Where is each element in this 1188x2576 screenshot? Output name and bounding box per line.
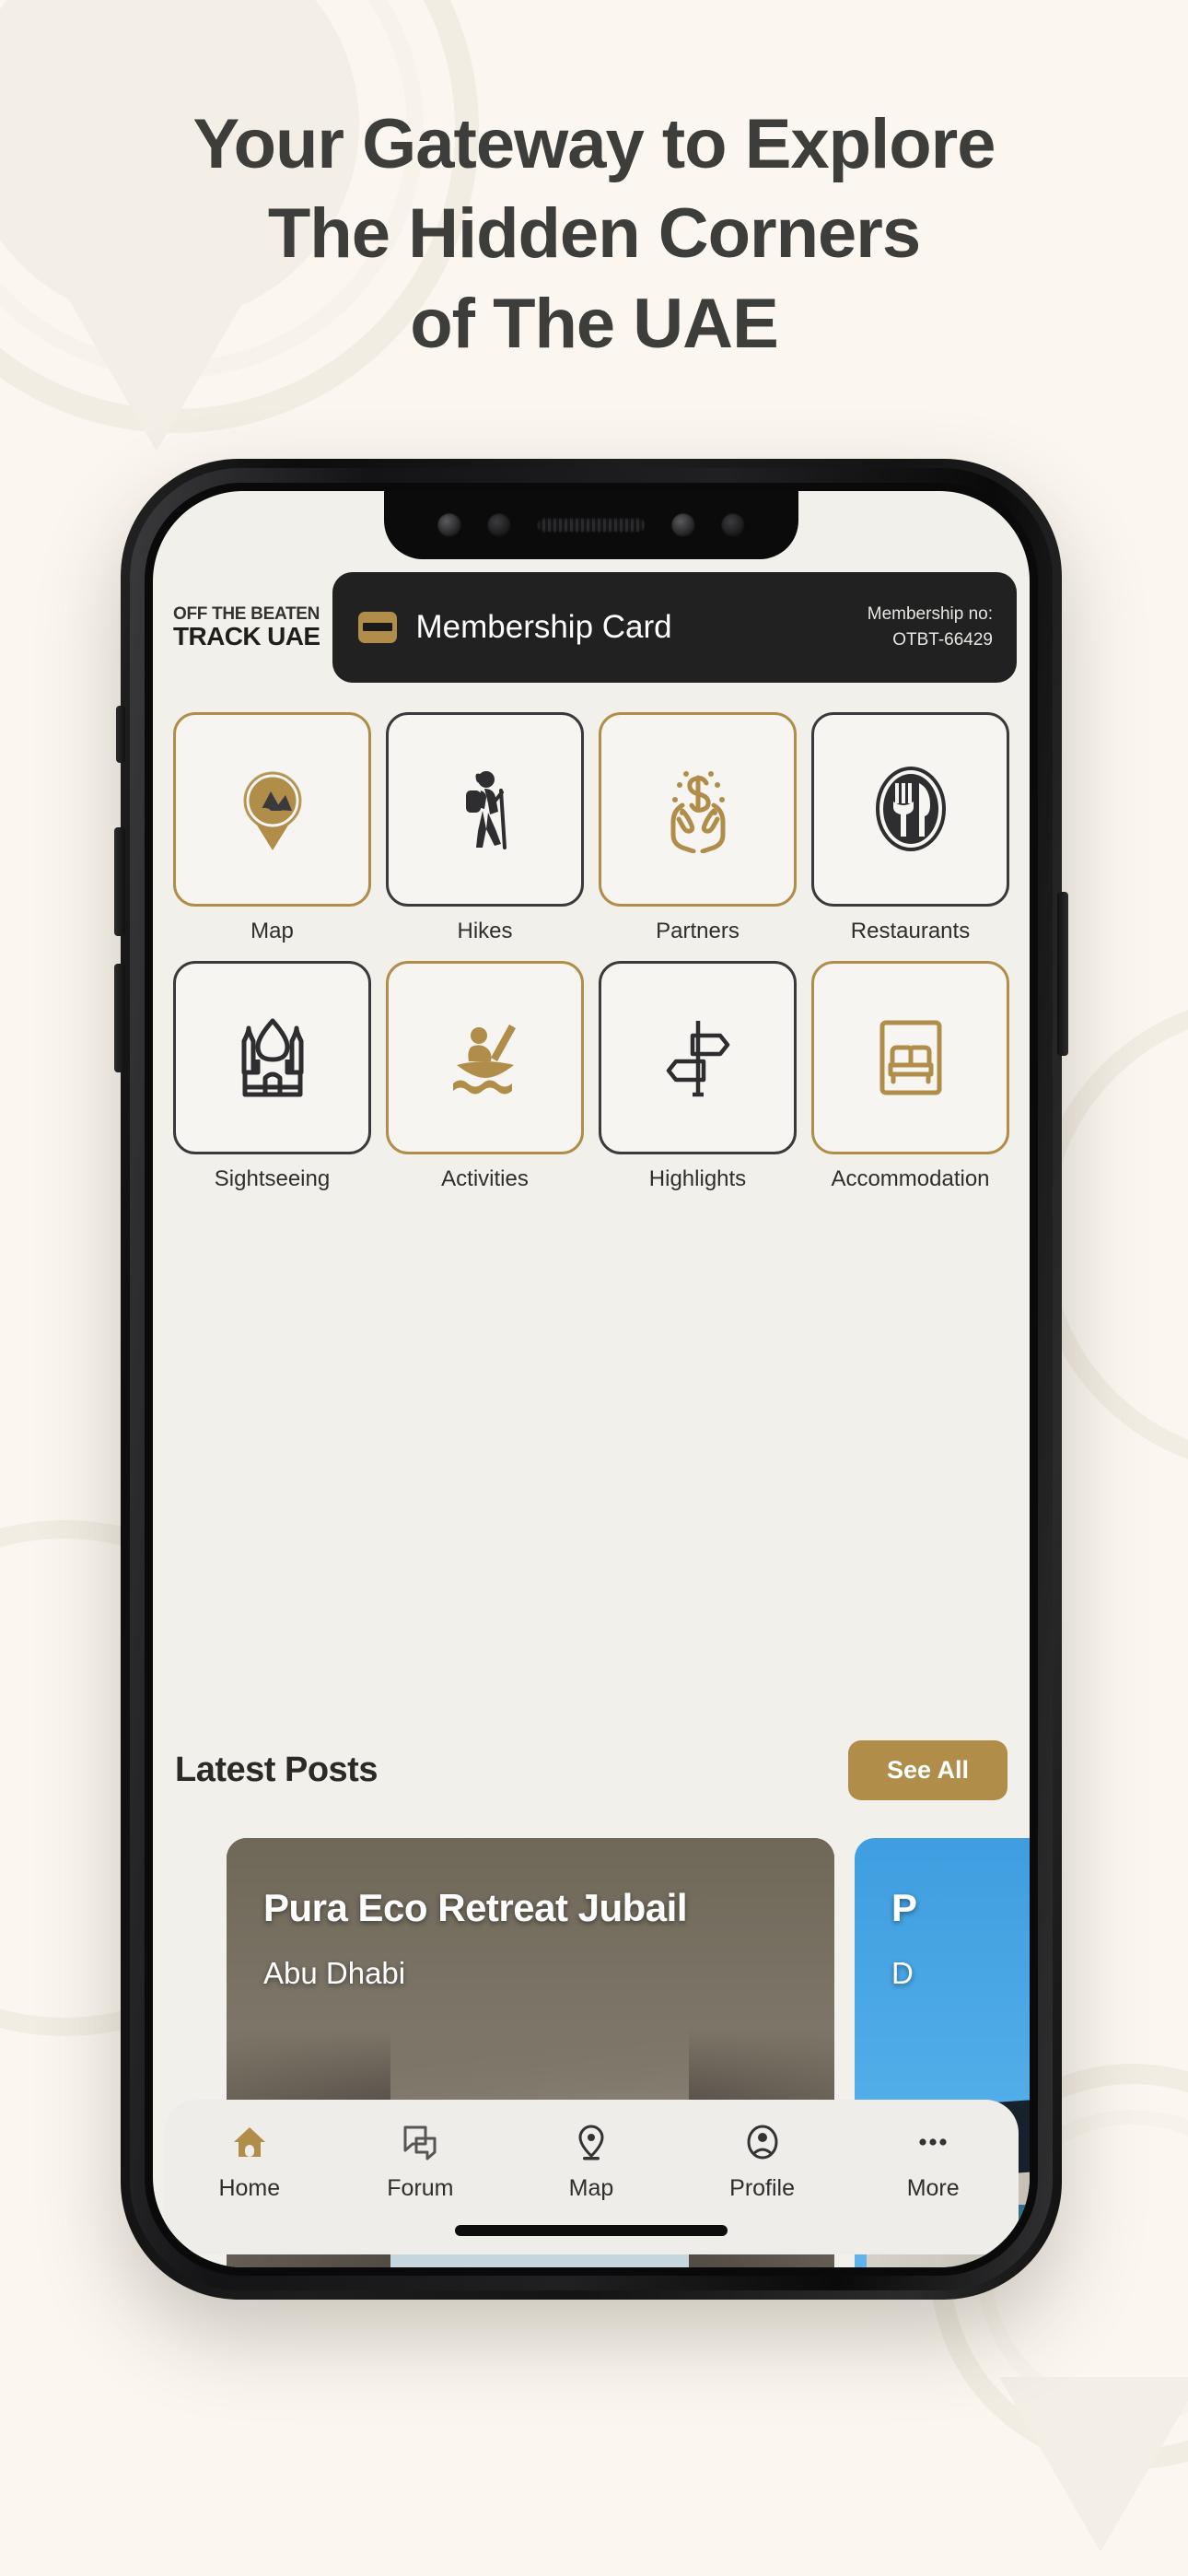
latest-posts-header: Latest Posts See All	[153, 1740, 1030, 1800]
home-icon	[233, 2127, 265, 2157]
membership-number-value: OTBT-66429	[892, 630, 993, 650]
notch	[384, 491, 798, 559]
post-subtitle: D	[891, 1956, 914, 1990]
tile-hikes-label: Hikes	[457, 918, 513, 943]
tile-activities[interactable]: Activities	[386, 960, 584, 1193]
tile-map-box	[173, 712, 371, 907]
category-grid: Map Hikes Partners Restaurants Sightseei…	[153, 712, 1030, 1192]
tile-activities-box	[386, 960, 584, 1155]
tile-map-label: Map	[250, 918, 294, 943]
phone-bezel: OFF THE BEATEN TRACK UAE Membership Card…	[145, 483, 1038, 2276]
power-button[interactable]	[1057, 892, 1068, 1056]
phone-mockup: OFF THE BEATEN TRACK UAE Membership Card…	[114, 459, 1068, 2300]
tile-map[interactable]: Map	[173, 712, 371, 944]
tile-partners-box	[599, 712, 797, 907]
post-title: Pura Eco Retreat Jubail	[263, 1886, 688, 1929]
membership-number-label: Membership no:	[867, 604, 993, 625]
page-title: Latest Posts	[175, 1751, 378, 1789]
bottom-tabbar: Home Forum Map Profile More	[164, 2100, 1019, 2254]
tile-sightseeing-label: Sightseeing	[214, 1166, 331, 1192]
post-title: P	[891, 1886, 917, 1929]
tile-restaurants-label: Restaurants	[850, 918, 971, 943]
headline-line-3: of The UAE	[410, 284, 779, 363]
tile-highlights-box	[599, 960, 797, 1155]
tile-restaurants-box	[811, 712, 1009, 907]
proximity-sensor-icon	[487, 513, 511, 537]
signpost-icon	[666, 1021, 729, 1097]
home-indicator[interactable]	[455, 2225, 728, 2236]
mute-switch[interactable]	[116, 706, 125, 763]
dot-projector-icon	[671, 513, 695, 537]
hiker-icon	[465, 771, 507, 850]
tile-accommodation-label: Accommodation	[831, 1166, 990, 1192]
hero-headline: Your Gateway to Explore The Hidden Corne…	[0, 100, 1188, 369]
tile-highlights[interactable]: Highlights	[599, 960, 797, 1193]
tab-map[interactable]: Map	[506, 2122, 677, 2202]
volume-down-button[interactable]	[114, 964, 125, 1072]
tile-sightseeing-box	[173, 960, 371, 1155]
front-camera-icon	[721, 513, 745, 537]
credit-card-icon	[358, 612, 398, 643]
tab-forum[interactable]: Forum	[335, 2122, 507, 2202]
tab-map-label: Map	[568, 2175, 614, 2201]
tile-hikes-box	[386, 712, 584, 907]
tab-profile[interactable]: Profile	[677, 2122, 848, 2202]
fork-knife-icon	[875, 767, 946, 852]
post-text: Pura Eco Retreat Jubail Abu Dhabi	[263, 1886, 807, 1991]
map-pin-icon	[578, 2125, 604, 2160]
membership-card[interactable]: Membership Card Membership no: OTBT-6642…	[332, 572, 1017, 683]
profile-icon	[747, 2125, 778, 2160]
mosque-icon	[241, 1018, 303, 1097]
volume-up-button[interactable]	[114, 827, 125, 936]
post-subtitle: Abu Dhabi	[263, 1956, 406, 1990]
see-all-button[interactable]: See All	[847, 1740, 1007, 1800]
tab-home-label: Home	[218, 2175, 281, 2201]
tile-partners-label: Partners	[656, 918, 740, 943]
map-pin-mountain-icon	[243, 771, 301, 851]
post-text: P D	[891, 1886, 1030, 1991]
tile-sightseeing[interactable]: Sightseeing	[173, 960, 371, 1193]
tab-more-label: More	[906, 2175, 960, 2201]
tile-partners[interactable]: Partners	[599, 712, 797, 944]
app-topbar: OFF THE BEATEN TRACK UAE Membership Card…	[153, 572, 1030, 683]
brand-logo: OFF THE BEATEN TRACK UAE	[173, 605, 320, 650]
hands-dollar-icon	[670, 771, 725, 854]
tile-hikes[interactable]: Hikes	[386, 712, 584, 944]
tile-activities-label: Activities	[441, 1166, 529, 1192]
bed-icon	[879, 1020, 941, 1095]
logo-line-2: TRACK UAE	[173, 622, 320, 650]
phone-screen: OFF THE BEATEN TRACK UAE Membership Card…	[153, 491, 1030, 2267]
tab-profile-label: Profile	[729, 2175, 796, 2201]
headline-line-1: Your Gateway to Explore	[192, 105, 996, 183]
app-content: OFF THE BEATEN TRACK UAE Membership Card…	[153, 491, 1030, 2267]
earpiece-speaker-icon	[537, 518, 646, 533]
more-icon	[919, 2138, 947, 2146]
tile-highlights-label: Highlights	[648, 1166, 747, 1192]
infrared-camera-icon	[437, 513, 461, 537]
membership-card-title: Membership Card	[415, 609, 672, 645]
tab-home[interactable]: Home	[164, 2122, 335, 2202]
tab-forum-label: Forum	[387, 2175, 454, 2201]
headline-line-2: The Hidden Corners	[267, 194, 921, 274]
kayak-icon	[452, 1025, 516, 1095]
tile-restaurants[interactable]: Restaurants	[811, 712, 1009, 944]
forum-icon	[403, 2125, 437, 2160]
tab-more[interactable]: More	[847, 2122, 1019, 2202]
tile-accommodation[interactable]: Accommodation	[811, 960, 1009, 1193]
logo-line-1: OFF THE BEATEN	[173, 604, 320, 624]
membership-number: Membership no: OTBT-66429	[868, 602, 993, 652]
tile-accommodation-box	[811, 960, 1009, 1155]
